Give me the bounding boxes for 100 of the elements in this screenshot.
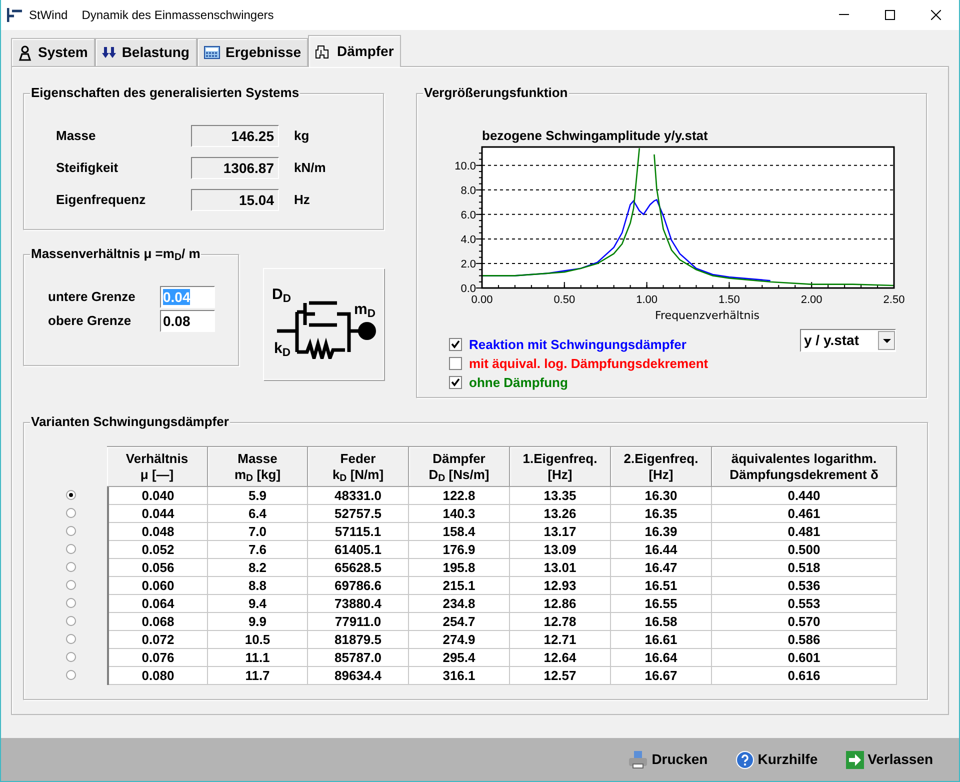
- value-field: 1306.87: [191, 157, 279, 179]
- table-cell: 0.570: [712, 613, 897, 631]
- table-cell: 9.4: [208, 595, 308, 613]
- tab[interactable]: Ergebnisse: [196, 38, 308, 66]
- table-cell: 0.440: [712, 487, 897, 505]
- table-cell: 16.64: [611, 649, 712, 667]
- unit-label: kN/m: [294, 159, 326, 178]
- table-cell: 16.47: [611, 559, 712, 577]
- group-title: Massenverhältnis μ =m$_{D}$/ m: [30, 246, 202, 262]
- table-cell: 16.67: [611, 667, 712, 685]
- field-label: Steifigkeit: [56, 159, 120, 178]
- footer-button[interactable]: Verlassen: [846, 749, 933, 770]
- table-cell: 12.64: [510, 649, 611, 667]
- radio-button[interactable]: [66, 508, 76, 518]
- radio-button[interactable]: [66, 634, 76, 644]
- column-header: Dämpfungsdekrement δ: [730, 466, 878, 482]
- table-cell: 0.481: [712, 523, 897, 541]
- table-cell: 16.30: [611, 487, 712, 505]
- radio-button[interactable]: [66, 544, 76, 554]
- column-header: μ [—]: [140, 466, 174, 482]
- checkbox[interactable]: [449, 338, 462, 351]
- table-cell: 11.1: [208, 649, 308, 667]
- legend-label: ohne Dämpfung: [469, 374, 568, 392]
- table-cell: 12.57: [510, 667, 611, 685]
- column-header: Verhältnis: [126, 450, 188, 466]
- column-header: D$_{D}$ [Ns/m]: [428, 466, 490, 482]
- y-tick-label: 10.0: [454, 160, 476, 172]
- table-cell: 0.536: [712, 577, 897, 595]
- radio-button[interactable]: [66, 526, 76, 536]
- table-cell: 122.8: [409, 487, 510, 505]
- field-label: obere Grenze: [48, 312, 132, 330]
- radio-button[interactable]: [66, 562, 76, 572]
- value-field: 146.25: [191, 125, 279, 147]
- radio-button[interactable]: [66, 580, 76, 590]
- unit-label: kg: [294, 127, 310, 146]
- table-cell: 16.61: [611, 631, 712, 649]
- y-tick-label: 0.0: [460, 283, 476, 295]
- table-cell: 0.080: [109, 667, 208, 685]
- table-cell: 8.8: [208, 577, 308, 595]
- table-cell: 0.616: [712, 667, 897, 685]
- app-name: StWind: [29, 7, 68, 24]
- minimize-icon: [839, 14, 849, 16]
- table-cell: 0.060: [109, 577, 208, 595]
- table-cell: 77911.0: [308, 613, 409, 631]
- maximize-icon: [885, 10, 895, 20]
- table-cell: 85787.0: [308, 649, 409, 667]
- input-field[interactable]: 0.08: [160, 310, 215, 332]
- table-cell: 61405.1: [308, 541, 409, 559]
- tab[interactable]: Belastung: [94, 38, 196, 66]
- table-cell: 7.6: [208, 541, 308, 559]
- table-cell: 295.4: [409, 649, 510, 667]
- checkbox[interactable]: [449, 376, 462, 389]
- spring-label: k$_{D}$: [274, 341, 290, 357]
- table-cell: 0.056: [109, 559, 208, 577]
- table-cell: 10.5: [208, 631, 308, 649]
- table-cell: 0.052: [109, 541, 208, 559]
- table-cell: 8.2: [208, 559, 308, 577]
- legend-label: mit äquival. log. Dämpfungsdekrement: [469, 354, 708, 373]
- unit-dropdown[interactable]: y / y.stat: [800, 329, 896, 352]
- help-icon: [736, 750, 754, 768]
- table-cell: 16.58: [611, 613, 712, 631]
- table-cell: 195.8: [409, 559, 510, 577]
- table-cell: 12.71: [510, 631, 611, 649]
- footer-button[interactable]: Kurzhilfe: [736, 749, 818, 770]
- radio-button[interactable]: [66, 616, 76, 626]
- mass-label: m$_{D}$: [354, 302, 376, 318]
- table-cell: 254.7: [409, 613, 510, 631]
- table-cell: 73880.4: [308, 595, 409, 613]
- x-tick-label: 2.50: [883, 294, 905, 306]
- radio-button[interactable]: [66, 598, 76, 608]
- x-tick-label: 1.50: [718, 294, 740, 306]
- group-title: Eigenschaften des generalisierten Systems: [30, 85, 300, 101]
- table-cell: 6.4: [208, 505, 308, 523]
- column-header: k$_{D}$ [N/m]: [332, 466, 384, 482]
- table-cell: 13.17: [510, 523, 611, 541]
- table-cell: 316.1: [409, 667, 510, 685]
- column-header: 2.Eigenfreq.: [624, 450, 698, 466]
- table-cell: 0.553: [712, 595, 897, 613]
- exit-arrow-icon: [846, 750, 864, 768]
- tab[interactable]: Dämpfer: [308, 35, 401, 67]
- y-tick-label: 2.0: [460, 258, 476, 270]
- column-header: äquivalentes logarithm.: [731, 450, 877, 466]
- tab[interactable]: System: [11, 38, 95, 66]
- radio-button[interactable]: [66, 670, 76, 680]
- field-label: untere Grenze: [48, 288, 136, 306]
- legend-label: Reaktion mit Schwingungsdämpfer: [469, 336, 686, 354]
- radio-button[interactable]: [66, 652, 76, 662]
- column-header: [Hz]: [648, 466, 674, 482]
- table-cell: 16.51: [611, 577, 712, 595]
- footer-button[interactable]: Drucken: [628, 749, 708, 770]
- table-cell: 0.068: [109, 613, 208, 631]
- table-cell: 13.09: [510, 541, 611, 559]
- column-header: Dämpfer: [432, 450, 486, 466]
- table-cell: 65628.5: [308, 559, 409, 577]
- table-cell: 12.86: [510, 595, 611, 613]
- y-tick-label: 8.0: [460, 184, 476, 197]
- x-tick-label: 1.00: [636, 294, 658, 306]
- chart-title: bezogene Schwingamplitude y/y.stat: [482, 129, 709, 143]
- radio-button[interactable]: [66, 490, 76, 500]
- checkbox[interactable]: [449, 357, 462, 370]
